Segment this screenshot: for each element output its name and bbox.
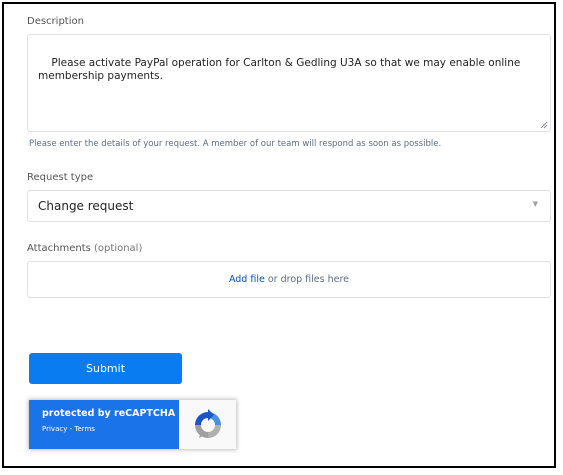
description-text: Please activate PayPal operation for Car… <box>38 57 524 82</box>
description-hint: Please enter the details of your request… <box>29 139 442 149</box>
recaptcha-badge[interactable]: protected by reCAPTCHA Privacy - Terms <box>29 400 236 449</box>
recaptcha-info: protected by reCAPTCHA Privacy - Terms <box>29 400 179 449</box>
request-type-value: Change request <box>38 199 134 213</box>
recaptcha-title: protected by reCAPTCHA <box>42 408 176 419</box>
request-type-label: Request type <box>27 172 94 183</box>
submit-button[interactable]: Submit <box>29 353 182 384</box>
recaptcha-logo <box>179 400 236 449</box>
request-type-select[interactable]: Change request ▼ <box>27 190 551 222</box>
chevron-down-icon: ▼ <box>532 200 538 208</box>
description-label: Description <box>27 16 84 27</box>
attachments-label-text: Attachments <box>27 243 91 254</box>
description-textarea[interactable]: Please activate PayPal operation for Car… <box>27 34 551 132</box>
recaptcha-links: Privacy - Terms <box>42 425 179 433</box>
add-file-link[interactable]: Add file <box>229 274 265 285</box>
recaptcha-logo-icon <box>194 408 221 438</box>
resize-grip-icon[interactable] <box>540 121 548 129</box>
recaptcha-privacy-link[interactable]: Privacy <box>42 425 67 433</box>
drop-files-text: or drop files here <box>267 274 350 285</box>
form-panel: Description Please activate PayPal opera… <box>2 2 556 468</box>
attachments-dropzone[interactable]: Add file or drop files here <box>27 261 551 298</box>
attachments-optional: (optional) <box>94 243 143 254</box>
attachments-label: Attachments (optional) <box>27 243 142 254</box>
recaptcha-terms-link[interactable]: Terms <box>74 425 95 433</box>
